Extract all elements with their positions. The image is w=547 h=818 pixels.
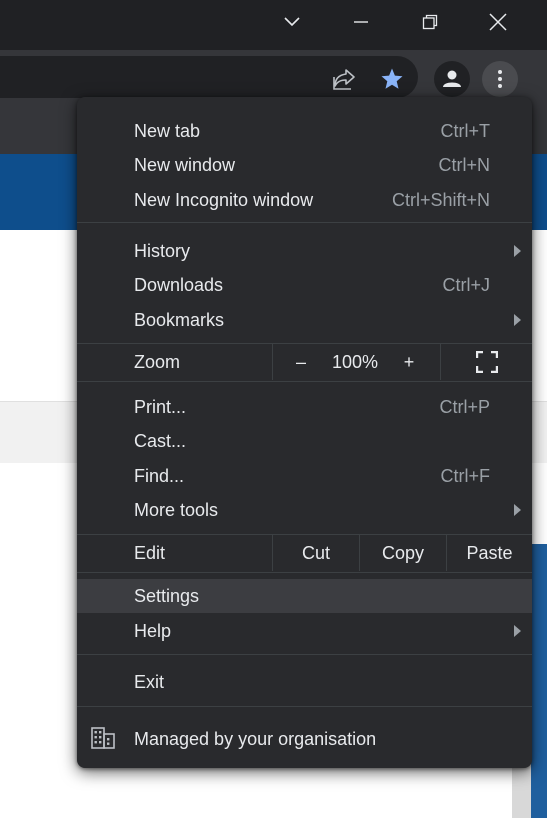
- chrome-menu: New tab Ctrl+T New window Ctrl+N New Inc…: [77, 97, 532, 768]
- menu-separator: [77, 381, 532, 382]
- profile-button[interactable]: [434, 61, 470, 97]
- edit-row: Edit Cut Copy Paste: [77, 535, 532, 571]
- menu-item-shortcut: Ctrl+J: [442, 274, 490, 295]
- menu-item-label: New Incognito window: [134, 189, 314, 210]
- menu-item-shortcut: Ctrl+T: [440, 120, 491, 141]
- menu-item-label: More tools: [134, 499, 219, 520]
- menu-item-print[interactable]: Print... Ctrl+P: [77, 390, 532, 424]
- copy-button[interactable]: Copy: [360, 535, 446, 571]
- menu-item-history[interactable]: History: [77, 234, 532, 268]
- menu-item-label: New tab: [134, 120, 201, 141]
- cut-button[interactable]: Cut: [273, 535, 359, 571]
- submenu-arrow-icon: [514, 314, 521, 326]
- zoom-in-button[interactable]: +: [391, 344, 427, 380]
- title-bar: [0, 0, 547, 50]
- menu-item-label: Cast...: [134, 430, 187, 451]
- zoom-label: Zoom: [134, 351, 181, 372]
- menu-item-downloads[interactable]: Downloads Ctrl+J: [77, 268, 532, 302]
- zoom-divider: [272, 344, 273, 380]
- menu-item-exit[interactable]: Exit: [77, 665, 532, 699]
- menu-item-new-tab[interactable]: New tab Ctrl+T: [77, 114, 532, 148]
- menu-item-label: Help: [134, 620, 172, 641]
- bookmark-star-button[interactable]: [374, 61, 410, 97]
- menu-item-shortcut: Ctrl+P: [439, 396, 490, 417]
- menu-separator: [77, 706, 532, 707]
- menu-item-label: New window: [134, 154, 236, 175]
- zoom-level: 100%: [331, 351, 379, 372]
- menu-item-bookmarks[interactable]: Bookmarks: [77, 303, 532, 337]
- menu-item-shortcut: Ctrl+N: [438, 154, 490, 175]
- star-icon: [381, 68, 403, 89]
- menu-item-label: History: [134, 240, 191, 261]
- minimize-button[interactable]: [328, 0, 394, 44]
- menu-item-new-incognito-window[interactable]: New Incognito window Ctrl+Shift+N: [77, 183, 532, 217]
- menu-item-more-tools[interactable]: More tools: [77, 493, 532, 527]
- menu-item-shortcut: Ctrl+Shift+N: [391, 189, 490, 210]
- menu-item-label: Settings: [134, 585, 200, 606]
- submenu-arrow-icon: [514, 504, 521, 516]
- edit-label: Edit: [134, 542, 166, 563]
- kebab-menu-icon: [498, 70, 502, 88]
- page-blue-panel: [531, 544, 547, 818]
- chevron-down-icon: [284, 17, 300, 27]
- menu-item-shortcut: Ctrl+F: [440, 465, 491, 486]
- zoom-out-button[interactable]: –: [283, 344, 319, 380]
- menu-item-find[interactable]: Find... Ctrl+F: [77, 459, 532, 493]
- menu-separator: [77, 572, 532, 573]
- menu-item-label: Managed by your organisation: [134, 728, 377, 749]
- share-icon: [333, 69, 355, 90]
- menu-item-label: Print...: [134, 396, 187, 417]
- menu-separator: [77, 654, 532, 655]
- menu-separator: [77, 222, 532, 223]
- menu-item-label: Bookmarks: [134, 309, 225, 330]
- minimize-icon: [354, 21, 368, 23]
- menu-item-label: Exit: [134, 671, 165, 692]
- menu-item-cast[interactable]: Cast...: [77, 424, 532, 458]
- menu-item-settings[interactable]: Settings: [77, 579, 532, 613]
- submenu-arrow-icon: [514, 625, 521, 637]
- close-button[interactable]: [465, 0, 531, 44]
- share-button[interactable]: [326, 61, 362, 97]
- close-icon: [489, 13, 507, 31]
- menu-item-managed[interactable]: Managed by your organisation: [77, 722, 532, 756]
- profile-icon: [443, 70, 461, 87]
- menu-item-new-window[interactable]: New window Ctrl+N: [77, 148, 532, 182]
- chrome-menu-button[interactable]: [482, 61, 518, 97]
- zoom-row: Zoom – 100% +: [77, 344, 532, 380]
- restore-button[interactable]: [397, 0, 463, 44]
- fullscreen-button[interactable]: [441, 344, 532, 380]
- menu-item-label: Downloads: [134, 274, 224, 295]
- restore-icon: [422, 14, 438, 30]
- submenu-arrow-icon: [514, 245, 521, 257]
- menu-item-help[interactable]: Help: [77, 614, 532, 648]
- tab-search-button[interactable]: [259, 0, 325, 44]
- fullscreen-icon: [475, 351, 498, 373]
- building-icon: [91, 727, 115, 749]
- paste-button[interactable]: Paste: [447, 535, 532, 571]
- menu-item-label: Find...: [134, 465, 185, 486]
